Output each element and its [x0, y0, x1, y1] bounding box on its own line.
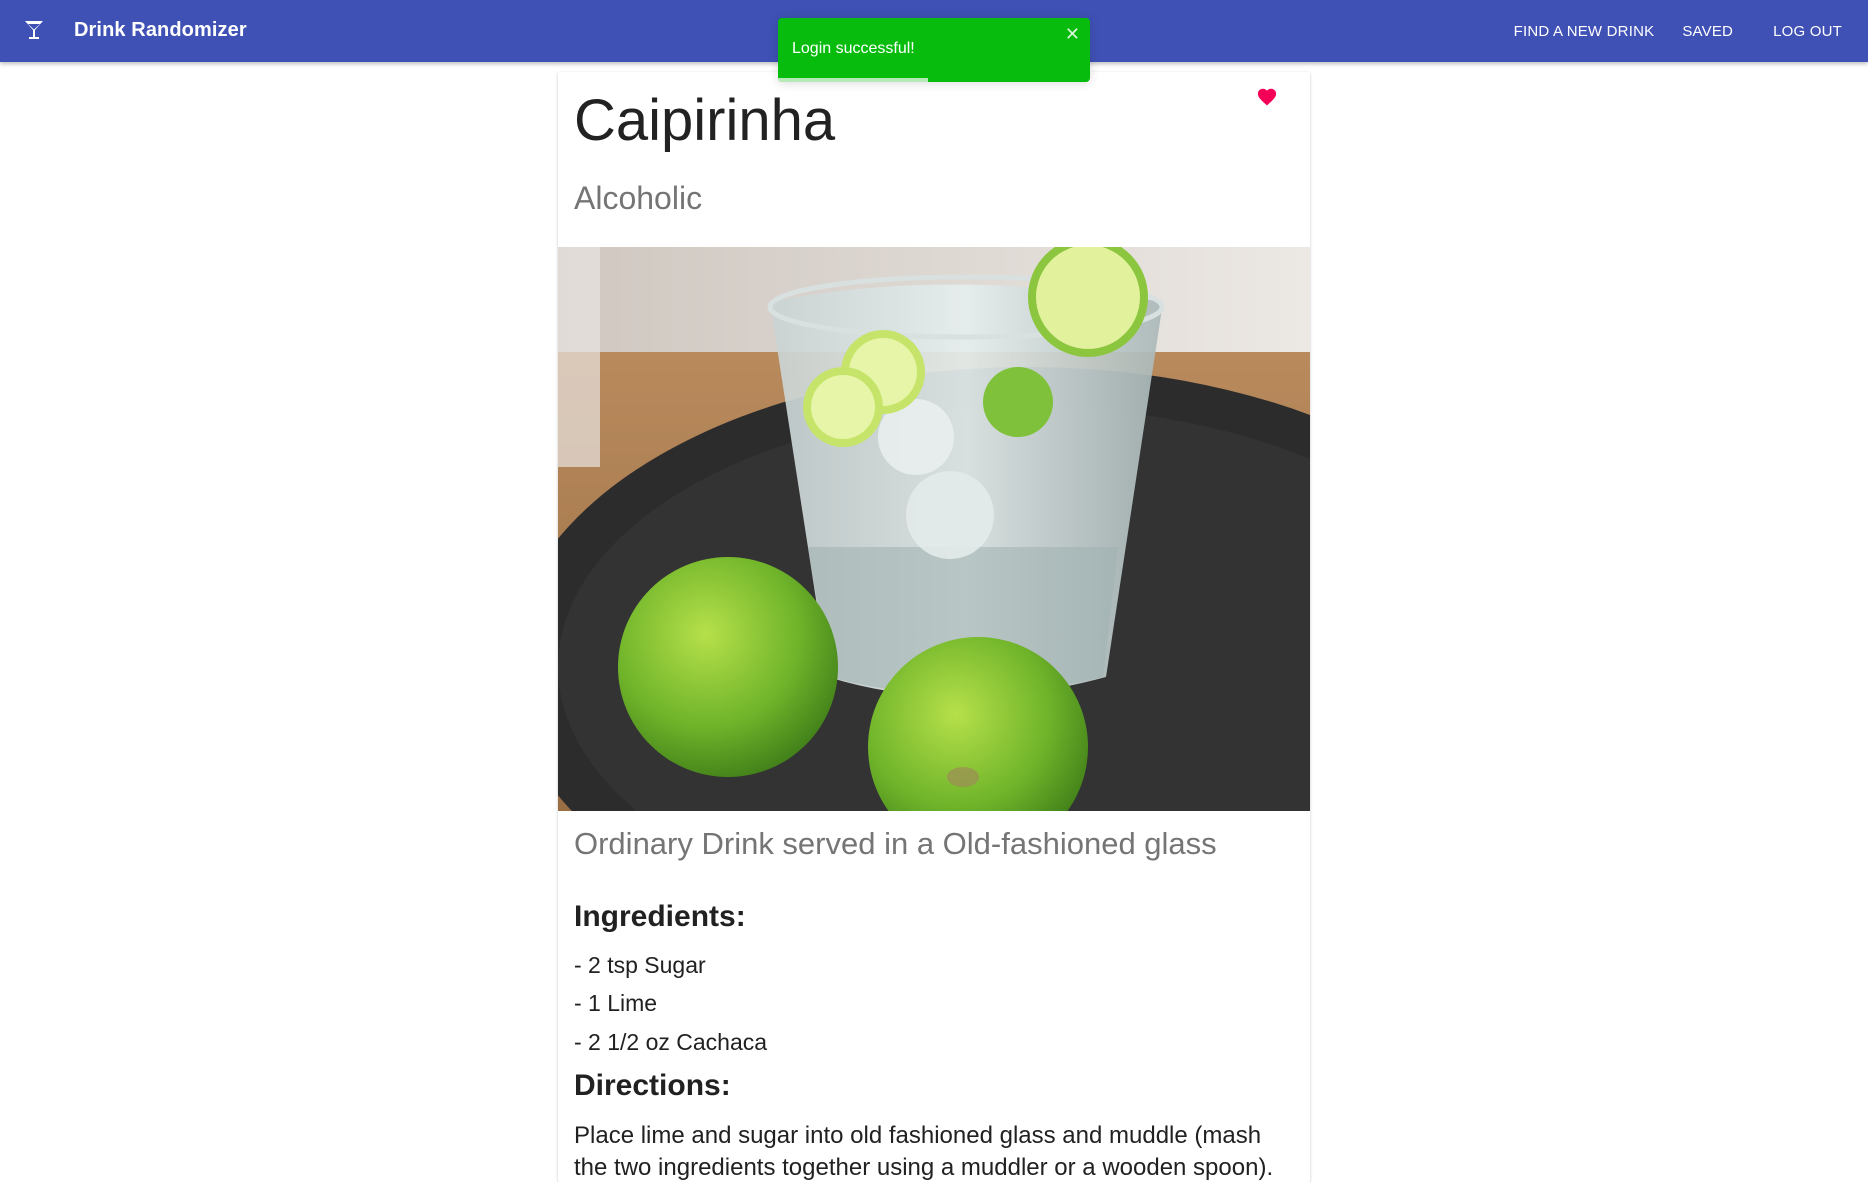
cocktail-icon[interactable] [24, 19, 44, 41]
toast-message: Login successful! [792, 40, 915, 57]
drink-name: Caipirinha [574, 88, 836, 153]
ingredient-item: - 1 Lime [574, 990, 658, 1016]
find-new-drink-button[interactable]: FIND A NEW DRINK [1502, 15, 1667, 48]
directions-text: Place lime and sugar into old fashioned … [574, 1122, 1274, 1182]
drink-card: Caipirinha Alcoholic Ordinary Drink serv… [558, 72, 1310, 1182]
ingredient-item: - 2 tsp Sugar [574, 952, 706, 978]
saved-button[interactable]: SAVED [1670, 15, 1745, 48]
toast-progress-bar [778, 78, 928, 82]
ingredient-item: - 2 1/2 oz Cachaca [574, 1029, 768, 1055]
drink-photo [558, 247, 1310, 811]
heart-icon[interactable] [1256, 86, 1278, 106]
logout-button[interactable]: LOG OUT [1761, 15, 1854, 48]
login-toast[interactable]: Login successful! ✕ [778, 18, 1090, 82]
directions-heading: Directions: [574, 1069, 731, 1102]
app-title[interactable]: Drink Randomizer [74, 19, 247, 42]
top-nav: FIND A NEW DRINK SAVED LOG OUT [1498, 0, 1868, 62]
ingredients-heading: Ingredients: [574, 900, 746, 933]
category-glass-line: Ordinary Drink served in a Old-fashioned… [574, 826, 1217, 861]
close-icon[interactable]: ✕ [1065, 24, 1080, 45]
alcoholic-label: Alcoholic [574, 180, 703, 216]
